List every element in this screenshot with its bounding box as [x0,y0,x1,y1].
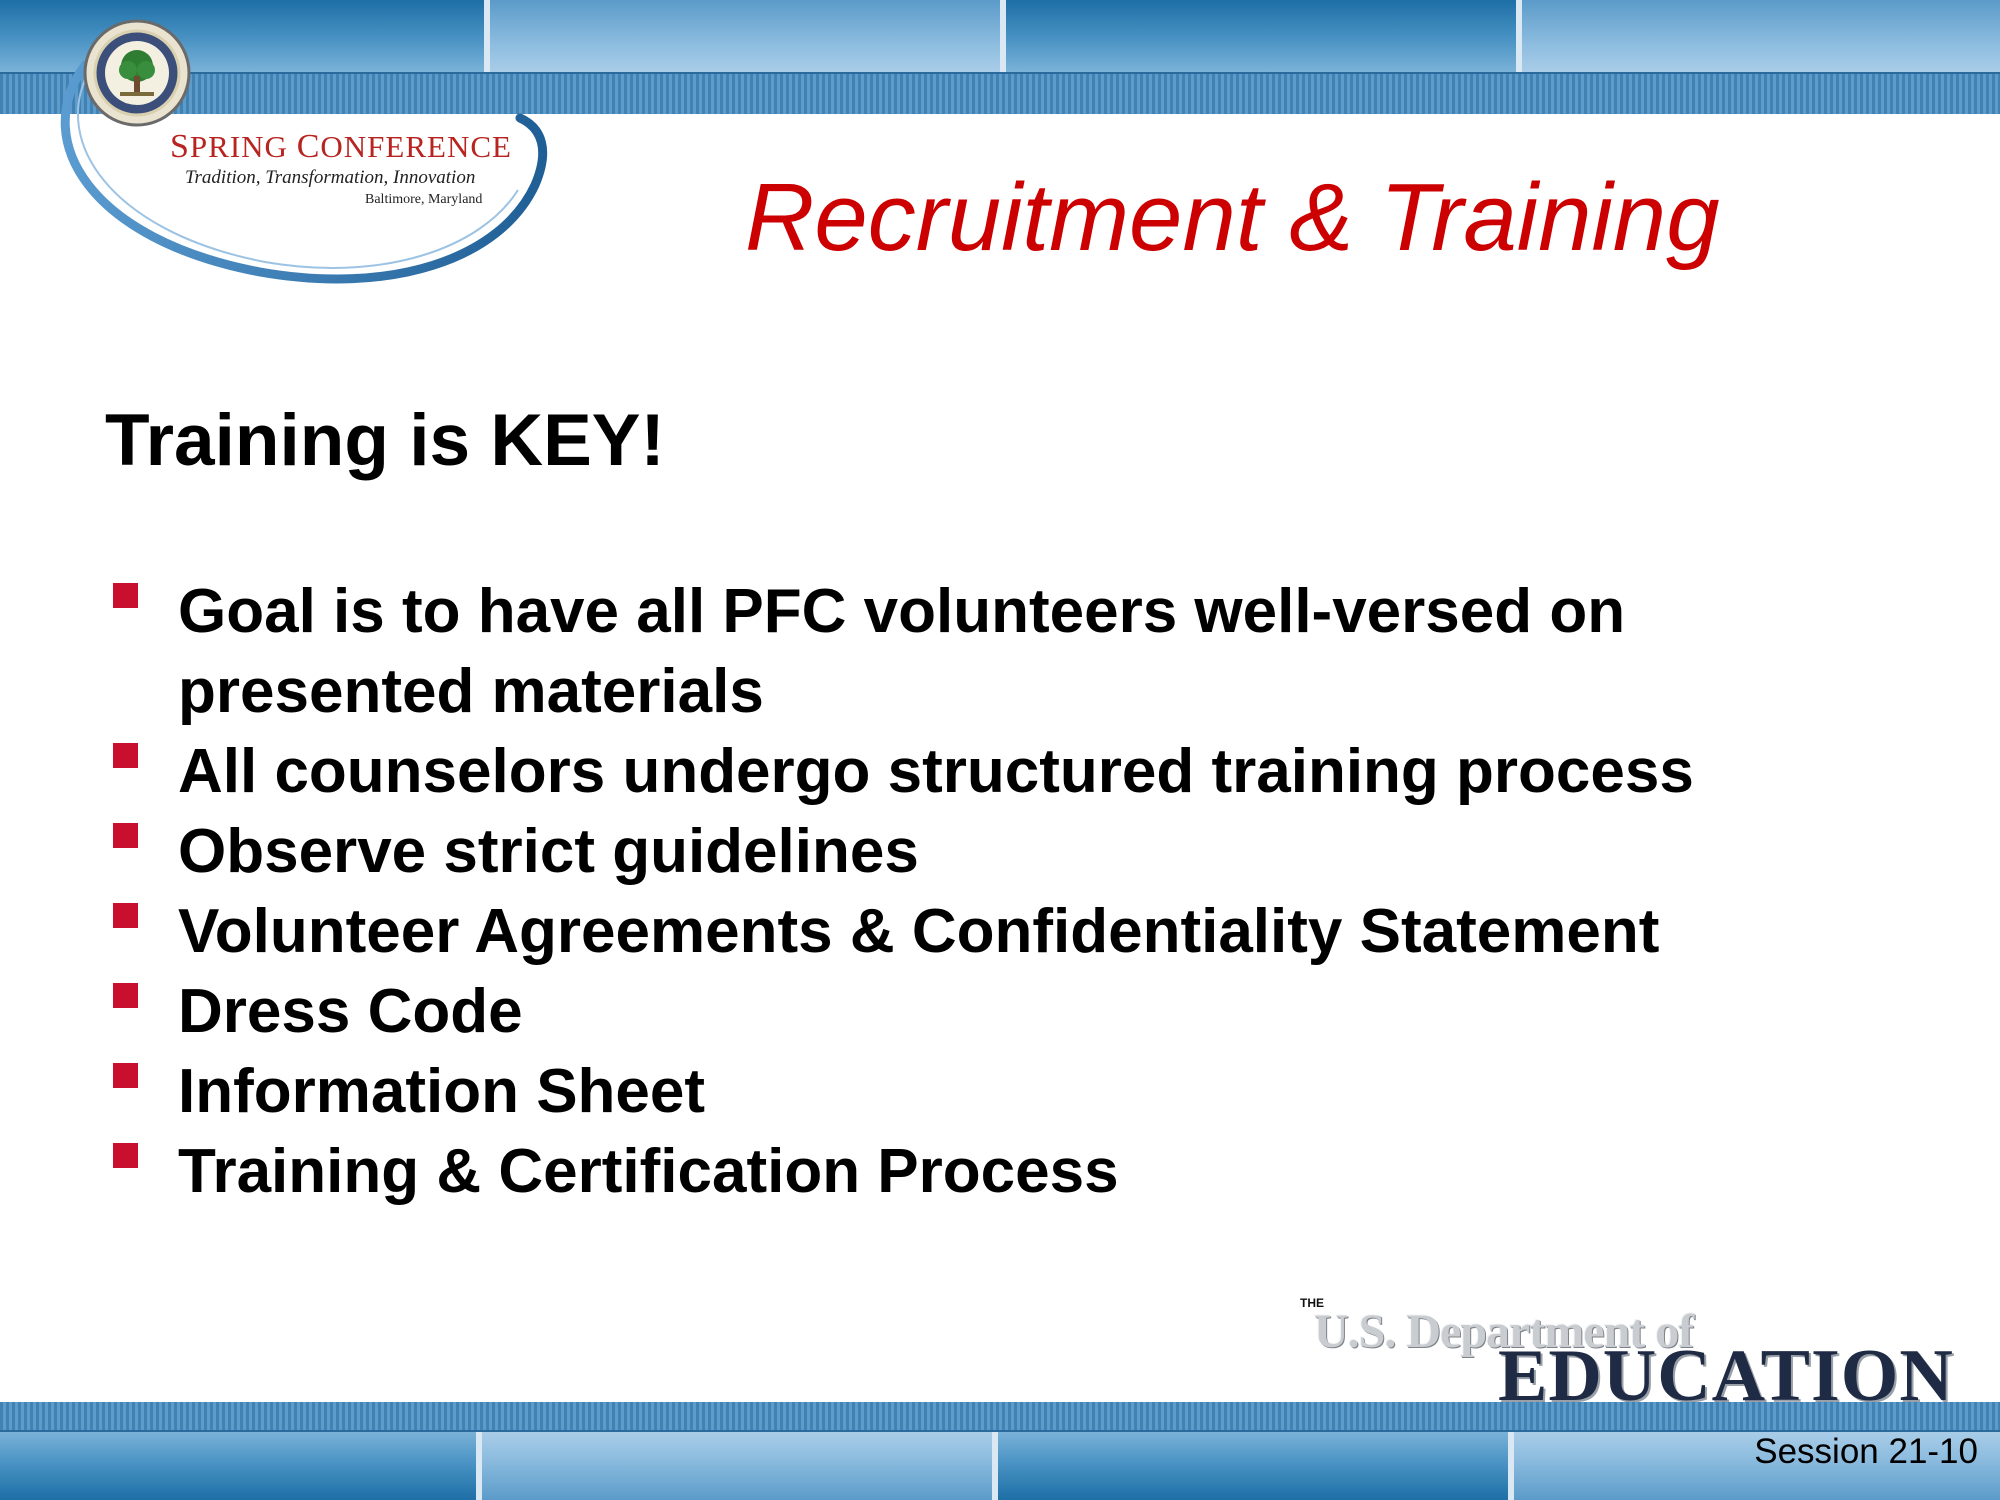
bullet-text: Dress Code [178,977,523,1046]
bottom-band-panel [998,1432,1508,1500]
square-bullet-icon [113,903,138,928]
top-band-panel [1522,0,2000,72]
bullet-text: Training & Certification Process [178,1137,1119,1206]
slide-subheading: Training is KEY! [105,400,665,481]
bullet-item: Goal is to have all PFC volunteers well-… [110,572,1860,732]
us-department-of-education-logo: THE U.S. Department of EDUCATION [1296,1296,1956,1417]
square-bullet-icon [113,1063,138,1088]
bullet-text: Volunteer Agreements & Confidentiality S… [178,897,1660,966]
square-bullet-icon [113,1143,138,1168]
bullet-list: Goal is to have all PFC volunteers well-… [110,572,1860,1212]
bullet-text: Information Sheet [178,1057,706,1126]
bullet-text: Goal is to have all PFC volunteers well-… [178,577,1626,726]
conference-tagline: Tradition, Transformation, Innovation [185,167,476,188]
conference-name: SPRING CONFERENCE [170,128,512,165]
top-band-panel [1006,0,1516,72]
bullet-text: Observe strict guidelines [178,817,919,886]
square-bullet-icon [113,583,138,608]
bullet-text: All counselors undergo structured traini… [178,737,1694,806]
bottom-band-panel [482,1432,992,1500]
slide-title: Recruitment & Training [745,164,1720,271]
bullet-item: Observe strict guidelines [110,812,1860,892]
bottom-decorative-band [0,1402,2000,1500]
bullet-item: All counselors undergo structured traini… [110,732,1860,812]
bullet-item: Information Sheet [110,1052,1860,1132]
conference-location: Baltimore, Maryland [365,192,483,207]
square-bullet-icon [113,983,138,1008]
department-seal-icon [83,19,191,127]
bottom-band-strip [0,1402,2000,1432]
bullet-item: Training & Certification Process [110,1132,1860,1212]
bullet-item: Dress Code [110,972,1860,1052]
bullet-item: Volunteer Agreements & Confidentiality S… [110,892,1860,972]
session-number: Session 21-10 [1754,1432,1978,1471]
slide: SPRING CONFERENCE Tradition, Transformat… [0,0,2000,1500]
square-bullet-icon [113,823,138,848]
spring-conference-logo: SPRING CONFERENCE Tradition, Transformat… [30,10,550,310]
square-bullet-icon [113,743,138,768]
top-band-panel [490,0,1000,72]
bottom-band-panel [0,1432,476,1500]
